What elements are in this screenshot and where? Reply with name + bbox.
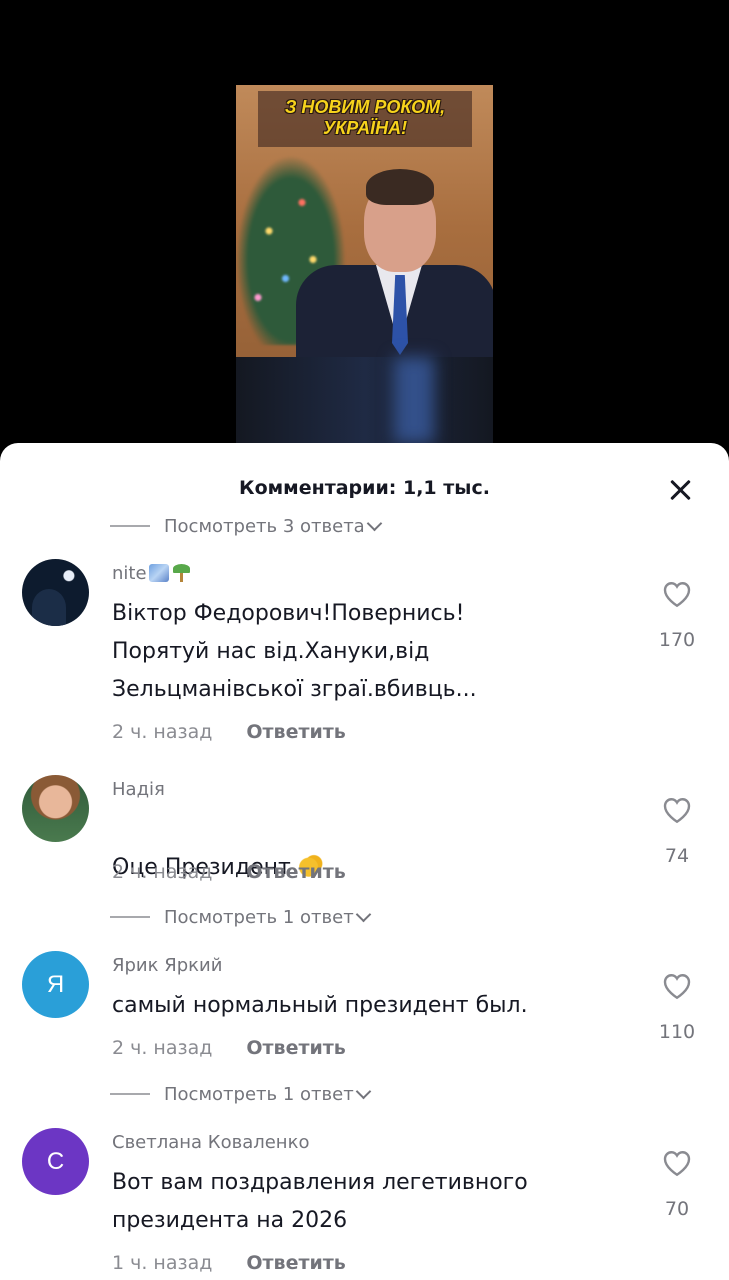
avatar[interactable] [22,559,89,626]
reply-button[interactable]: Ответить [246,721,345,743]
video-lower-blur [236,357,493,443]
banner-line-1: З НОВИМ РОКОМ, [284,97,446,117]
avatar[interactable]: Я [22,951,89,1018]
username-text: nite [112,563,147,584]
comment-text: самый нормальный президент был. [112,993,528,1018]
comment-time: 2 ч. назад [112,1037,213,1059]
comment-time: 2 ч. назад [112,861,213,883]
view-replies-label: Посмотреть 1 ответ [164,906,354,928]
reply-button[interactable]: Ответить [246,1037,345,1059]
comment-username[interactable]: Надія [112,779,165,800]
like-column: 74 [650,791,704,867]
close-icon[interactable] [664,475,696,507]
chevron-down-icon [366,515,382,531]
comment-meta: 2 ч. назад Ответить [112,721,346,743]
replies-divider [110,1093,150,1095]
view-replies-label: Посмотреть 3 ответа [164,515,365,537]
view-replies-button[interactable]: Посмотреть 3 ответа [110,513,382,539]
presenter-hair [366,169,434,205]
video-thumbnail[interactable]: З НОВИМ РОКОМ, УКРАЇНА! [236,85,493,443]
comments-sheet: Комментарии: 1,1 тыс. Посмотреть 3 ответ… [0,443,729,1280]
video-caption-banner: З НОВИМ РОКОМ, УКРАЇНА! [258,91,472,147]
reply-button[interactable]: Ответить [246,861,345,883]
comment-time: 2 ч. назад [112,721,213,743]
like-column: 110 [650,967,704,1043]
like-count: 74 [664,845,690,867]
avatar-letter: С [46,1147,65,1175]
avatar-letter: Я [46,970,65,998]
like-count: 70 [664,1198,690,1220]
chevron-down-icon [355,906,371,922]
palm-tree-emoji-icon [171,564,191,582]
like-column: 170 [650,575,704,651]
comment-text: Віктор Федорович!Повернись! Порятуй нас … [112,601,477,702]
view-replies-button[interactable]: Посмотреть 1 ответ [110,904,371,930]
comment-username[interactable]: Ярик Яркий [112,955,222,976]
chevron-down-icon [355,1083,371,1099]
reply-button[interactable]: Ответить [246,1252,345,1274]
comments-title: Комментарии: 1,1 тыс. [239,477,490,499]
comment-username[interactable]: Светлана Коваленко [112,1132,309,1153]
comment-text: Вот вам поздравления легетивного президе… [112,1170,528,1233]
like-count: 110 [658,1021,696,1043]
comment-username[interactable]: nite [112,563,191,584]
view-replies-label: Посмотреть 1 ответ [164,1083,354,1105]
banner-line-2: УКРАЇНА! [322,118,408,138]
comment-time: 1 ч. назад [112,1252,213,1274]
like-column: 70 [650,1144,704,1220]
avatar[interactable]: С [22,1128,89,1195]
sparkle-emoji-icon [148,564,169,582]
heart-icon[interactable] [658,791,696,827]
comment-meta: 1 ч. назад Ответить [112,1252,346,1274]
replies-divider [110,525,150,527]
view-replies-button[interactable]: Посмотреть 1 ответ [110,1081,371,1107]
video-player[interactable]: З НОВИМ РОКОМ, УКРАЇНА! [0,0,729,450]
comment-meta: 2 ч. назад Ответить [112,1037,346,1059]
avatar[interactable] [22,775,89,842]
comment-meta: 2 ч. назад Ответить [112,861,346,883]
heart-icon[interactable] [658,575,696,611]
heart-icon[interactable] [658,967,696,1003]
replies-divider [110,916,150,918]
like-count: 170 [658,629,696,651]
heart-icon[interactable] [658,1144,696,1180]
